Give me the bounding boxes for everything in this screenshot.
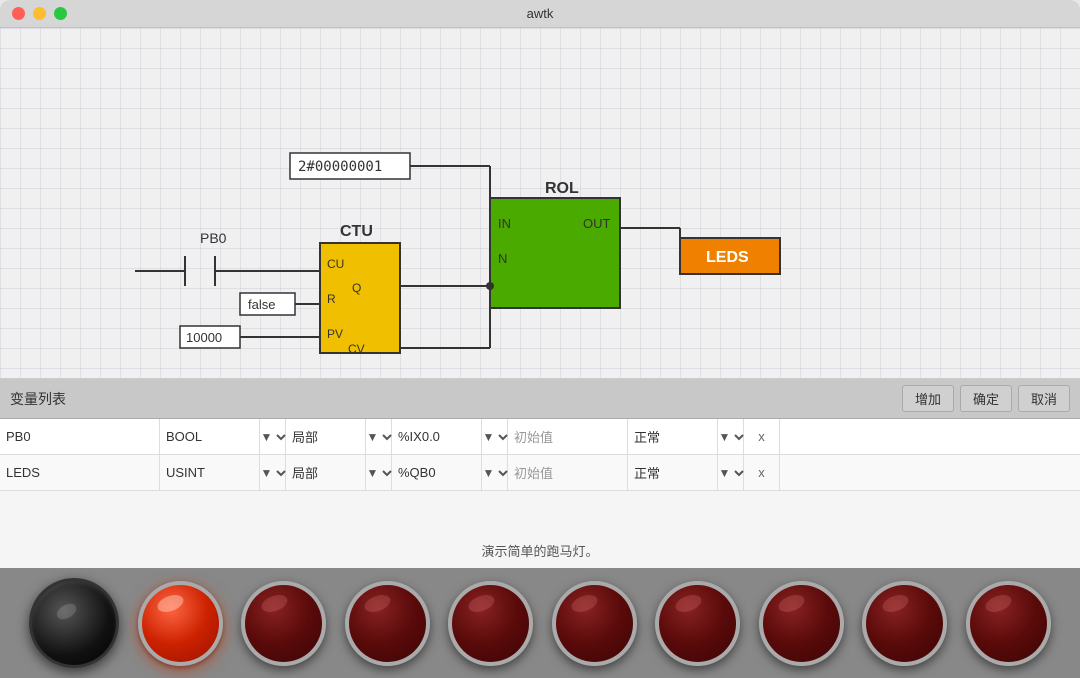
rol-title: ROL xyxy=(545,180,579,197)
cell-init-0: 初始值 xyxy=(508,419,628,454)
button-6-wrapper xyxy=(655,581,740,666)
cell-addr-arrow-1[interactable]: ▼ xyxy=(482,455,508,490)
cell-scope-1: 局部 xyxy=(286,455,366,490)
constant-label: 2#00000001 xyxy=(298,159,382,175)
scope-select-0[interactable]: ▼ xyxy=(363,429,395,445)
false-label: false xyxy=(248,297,275,312)
status-text: 演示简单的跑马灯。 xyxy=(0,533,1080,568)
cell-type-1: USINT xyxy=(160,455,260,490)
window-controls[interactable] xyxy=(12,7,67,20)
button-1-wrapper xyxy=(138,581,223,666)
cancel-button[interactable]: 取消 xyxy=(1018,385,1070,412)
cell-name-1: LEDS xyxy=(0,455,160,490)
cell-status-arrow-0[interactable]: ▼ xyxy=(718,419,744,454)
cell-delete-0[interactable]: x xyxy=(744,419,780,454)
addr-select-1[interactable]: ▼ xyxy=(479,465,511,481)
cell-delete-1[interactable]: x xyxy=(744,455,780,490)
ctu-q: Q xyxy=(352,281,361,295)
table-row: PB0 BOOL ▼ 局部 ▼ %IX0.0 ▼ xyxy=(0,419,1080,455)
table-row: LEDS USINT ▼ 局部 ▼ %QB0 ▼ xyxy=(0,455,1080,491)
count-label: 10000 xyxy=(186,330,222,345)
button-5-wrapper xyxy=(552,581,637,666)
confirm-button[interactable]: 确定 xyxy=(960,385,1012,412)
ctu-pv: PV xyxy=(327,327,343,341)
table-title: 变量列表 xyxy=(10,389,66,409)
ctu-r: R xyxy=(327,292,336,306)
main-area: 2#00000001 PB0 CTU CU Q R PV CV xyxy=(0,28,1080,678)
button-red-dark-2[interactable] xyxy=(241,581,326,666)
button-4-wrapper xyxy=(448,581,533,666)
cell-status-arrow-1[interactable]: ▼ xyxy=(718,455,744,490)
close-button[interactable] xyxy=(12,7,25,20)
button-red-dark-6[interactable] xyxy=(655,581,740,666)
diagram-svg: 2#00000001 PB0 CTU CU Q R PV CV xyxy=(0,28,1080,378)
table-actions: 增加 确定 取消 xyxy=(902,385,1070,412)
button-9-wrapper xyxy=(966,581,1051,666)
joystick[interactable] xyxy=(29,578,119,668)
maximize-button[interactable] xyxy=(54,7,67,20)
variable-table-area: 变量列表 增加 确定 取消 PB0 BOOL ▼ 局部 ▼ xyxy=(0,378,1080,568)
joystick-wrapper xyxy=(29,578,119,668)
rol-out: OUT xyxy=(583,216,611,231)
table-header: 变量列表 增加 确定 取消 xyxy=(0,379,1080,419)
type-select-1[interactable]: ▼ xyxy=(257,465,289,481)
button-red-dark-9[interactable] xyxy=(966,581,1051,666)
button-7-wrapper xyxy=(759,581,844,666)
button-red-dark-7[interactable] xyxy=(759,581,844,666)
ctu-cv: CV xyxy=(348,342,365,356)
rol-n: N xyxy=(498,251,507,266)
diagram-area: 2#00000001 PB0 CTU CU Q R PV CV xyxy=(0,28,1080,378)
ctu-title: CTU xyxy=(340,223,373,240)
scope-select-1[interactable]: ▼ xyxy=(363,465,395,481)
cell-type-arrow-0[interactable]: ▼ xyxy=(260,419,286,454)
cell-scope-arrow-0[interactable]: ▼ xyxy=(366,419,392,454)
cell-init-1: 初始值 xyxy=(508,455,628,490)
titlebar: awtk xyxy=(0,0,1080,28)
cell-addr-1: %QB0 xyxy=(392,455,482,490)
minimize-button[interactable] xyxy=(33,7,46,20)
add-button[interactable]: 增加 xyxy=(902,385,954,412)
button-8-wrapper xyxy=(862,581,947,666)
cell-status-0: 正常 xyxy=(628,419,718,454)
button-red-dark-4[interactable] xyxy=(448,581,533,666)
pb0-label: PB0 xyxy=(200,230,227,246)
cell-scope-arrow-1[interactable]: ▼ xyxy=(366,455,392,490)
addr-select-0[interactable]: ▼ xyxy=(479,429,511,445)
leds-label: LEDS xyxy=(706,249,749,266)
cell-status-1: 正常 xyxy=(628,455,718,490)
window-title: awtk xyxy=(527,6,554,21)
button-red-lit-1[interactable] xyxy=(138,581,223,666)
ctu-cu: CU xyxy=(327,257,344,271)
status-select-0[interactable]: ▼ xyxy=(715,429,747,445)
cell-scope-0: 局部 xyxy=(286,419,366,454)
cell-addr-arrow-0[interactable]: ▼ xyxy=(482,419,508,454)
buttons-area xyxy=(0,568,1080,678)
button-3-wrapper xyxy=(345,581,430,666)
rol-in: IN xyxy=(498,216,511,231)
button-red-dark-8[interactable] xyxy=(862,581,947,666)
button-2-wrapper xyxy=(241,581,326,666)
table-body: PB0 BOOL ▼ 局部 ▼ %IX0.0 ▼ xyxy=(0,419,1080,533)
type-select-0[interactable]: ▼ xyxy=(257,429,289,445)
button-red-dark-3[interactable] xyxy=(345,581,430,666)
cell-type-0: BOOL xyxy=(160,419,260,454)
button-red-dark-5[interactable] xyxy=(552,581,637,666)
status-select-1[interactable]: ▼ xyxy=(715,465,747,481)
cell-type-arrow-1[interactable]: ▼ xyxy=(260,455,286,490)
cell-addr-0: %IX0.0 xyxy=(392,419,482,454)
cell-name-0: PB0 xyxy=(0,419,160,454)
